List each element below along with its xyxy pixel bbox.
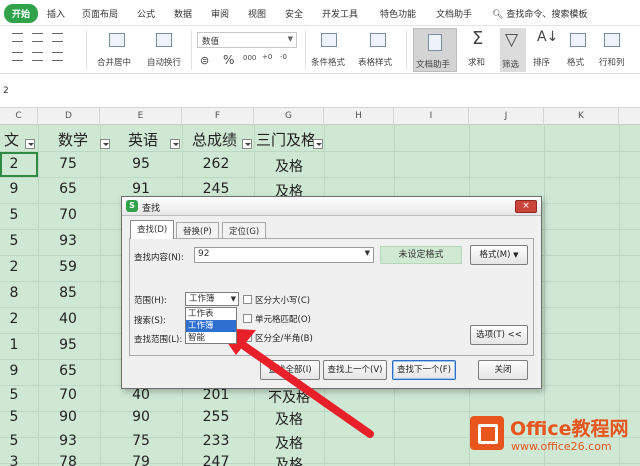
watermark-name: Office教程网: [510, 418, 629, 440]
office-logo-icon: [470, 416, 504, 450]
watermark: Office教程网 www.office26.com: [470, 412, 635, 462]
scope-dropdown-list: 工作表 工作簿 智能: [185, 307, 237, 344]
scope-option-smart[interactable]: 智能: [186, 332, 236, 344]
annotation-arrow: [217, 328, 374, 438]
watermark-url: www.office26.com: [511, 440, 612, 453]
scope-option-workbook[interactable]: 工作簿: [186, 320, 236, 332]
tab-find[interactable]: 查找(D): [130, 220, 175, 239]
scope-option-sheet[interactable]: 工作表: [186, 308, 236, 320]
